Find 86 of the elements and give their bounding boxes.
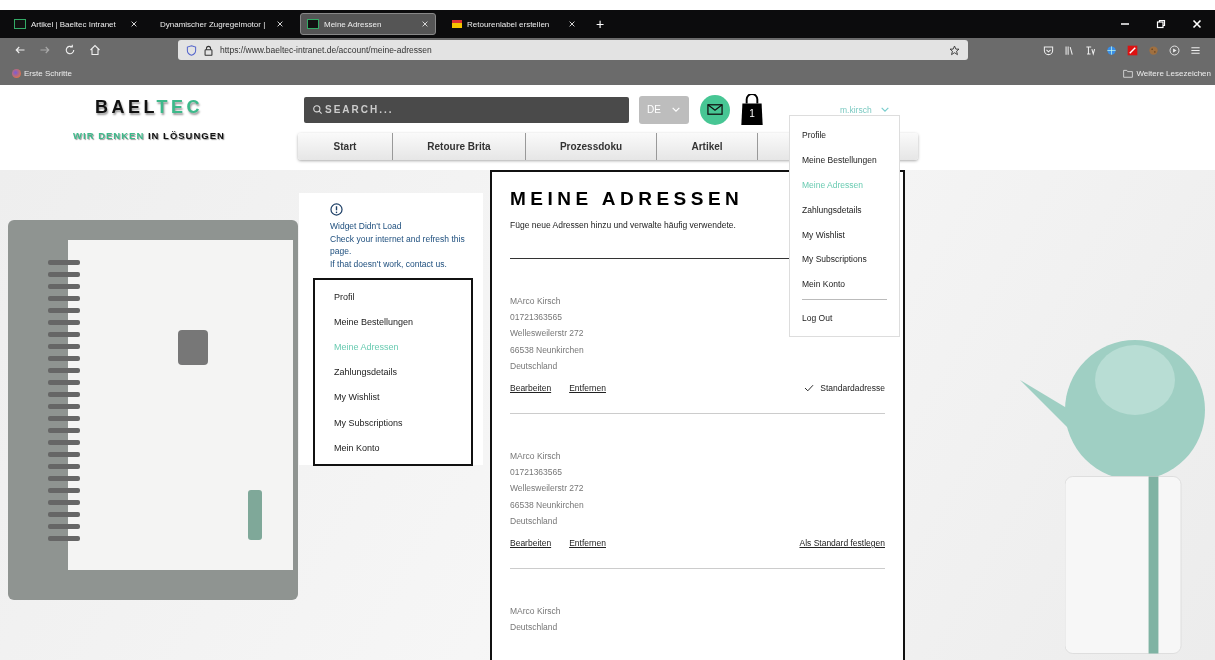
close-tab-icon[interactable]	[276, 20, 284, 28]
envelope-icon	[707, 104, 723, 115]
other-bookmarks-link[interactable]: Weitere Lesezeichen	[1123, 69, 1211, 78]
account-menu-item[interactable]: Meine Bestellungen	[315, 309, 471, 335]
warning-icon	[330, 203, 343, 216]
chevron-down-icon	[670, 106, 681, 113]
tagline-text: IN LÖSUNGEN	[147, 130, 225, 141]
nav-item[interactable]: Retoure Brita	[393, 133, 526, 160]
pocket-icon[interactable]	[1043, 44, 1054, 56]
site-favicon-icon	[307, 19, 319, 29]
user-menu-item[interactable]: Profile	[802, 123, 887, 148]
url-text: https://www.baeltec-intranet.de/account/meine-adressen	[220, 45, 433, 55]
nav-item[interactable]: Artikel	[657, 133, 758, 160]
star-icon[interactable]	[949, 44, 960, 56]
search-input[interactable]: SEARCH...	[323, 103, 607, 116]
widget-error-text: If that doesn't work, contact us.	[330, 257, 448, 270]
address-line: Deutschland	[510, 360, 558, 373]
close-window-icon[interactable]	[1192, 19, 1202, 29]
pen-icon[interactable]	[1127, 44, 1138, 56]
widget-error-text: Check your internet and refresh this page.	[330, 232, 466, 258]
nav-item[interactable]: Prozessdoku	[526, 133, 657, 160]
account-menu-item[interactable]: My Subscriptions	[315, 409, 471, 436]
play-icon[interactable]	[1169, 44, 1180, 56]
account-menu-item[interactable]: My Wishlist	[315, 384, 471, 410]
account-menu-item[interactable]: Mein Konto	[315, 435, 471, 461]
page-subtitle: Füge neue Adressen hinzu und verwalte häufig verwendete.	[510, 220, 737, 230]
back-icon[interactable]	[14, 44, 26, 56]
logout-item[interactable]: Log Out	[802, 305, 887, 331]
cart-button[interactable]: 1	[740, 93, 764, 126]
address-line: Deutschland	[510, 515, 558, 528]
search-field[interactable]: SEARCH...	[304, 96, 629, 123]
address-line: 66538 Neunkirchen	[510, 499, 584, 512]
address-line: MArco Kirsch	[510, 450, 561, 463]
browser-tab[interactable]: Dynamischer Zugregelmotor |	[154, 13, 290, 35]
menu-icon[interactable]	[1190, 44, 1201, 56]
address-line: MArco Kirsch	[510, 296, 561, 308]
user-menu-item[interactable]: Zahlungsdetails	[802, 197, 887, 223]
check-icon	[804, 383, 815, 392]
user-menu-item[interactable]: My Subscriptions	[802, 247, 887, 272]
account-menu-item[interactable]: Profil	[315, 284, 471, 310]
restore-icon[interactable]	[1156, 19, 1166, 29]
edit-link[interactable]: Bearbeiten	[510, 382, 552, 393]
library-icon[interactable]	[1064, 44, 1075, 56]
label-favicon-icon	[452, 20, 462, 28]
tagline-text: WIR DENKEN	[73, 130, 145, 141]
page-title: MEINE ADRESSEN	[510, 188, 745, 210]
widget-error-text: Widget Didn't Load	[330, 220, 403, 233]
remove-link[interactable]: Entfernen	[569, 382, 606, 393]
folder-icon	[1123, 69, 1134, 78]
browser-tab[interactable]: Retourenlabel erstellen	[446, 13, 582, 35]
address-line: Wellesweilerstr 272	[510, 328, 584, 341]
address-line: 66538 Neunkirchen	[510, 344, 584, 357]
globe-icon[interactable]	[1106, 44, 1117, 56]
site-favicon-icon	[14, 19, 26, 29]
default-address-label: Standardadresse	[804, 382, 885, 393]
new-tab-button[interactable]: +	[592, 16, 609, 32]
close-tab-icon[interactable]	[568, 20, 576, 28]
user-menu-item[interactable]: Meine Bestellungen	[802, 147, 887, 173]
address-line: Deutschland	[510, 622, 558, 635]
nav-item[interactable]: Start	[298, 133, 393, 160]
lock-icon[interactable]	[203, 44, 214, 56]
browser-logo-icon	[12, 69, 21, 78]
remove-link[interactable]: Entfernen	[569, 537, 606, 548]
account-menu-item[interactable]: Zahlungsdetails	[315, 359, 471, 385]
user-menu-item[interactable]: My Wishlist	[802, 222, 887, 247]
browser-tab[interactable]: Meine Adressen	[300, 13, 436, 35]
shield-icon[interactable]	[186, 44, 197, 56]
mail-button[interactable]	[700, 94, 730, 125]
address-line: 01721363565	[510, 312, 562, 325]
user-menu-item[interactable]: Mein Konto	[802, 271, 887, 297]
bookmark-link[interactable]: Erste Schritte	[12, 69, 72, 78]
search-icon	[312, 104, 323, 115]
address-line: Wellesweilerstr 272	[510, 483, 584, 496]
translate-icon[interactable]	[1085, 44, 1096, 56]
chevron-down-icon	[879, 106, 890, 113]
address-bar[interactable]: https://www.baeltec-intranet.de/account/meine-adressen	[178, 40, 968, 60]
close-tab-icon[interactable]	[130, 20, 138, 28]
set-default-link[interactable]: Als Standard festlegen	[799, 537, 885, 548]
browser-tab[interactable]: Artikel | Baeltec Intranet	[8, 13, 144, 35]
edit-link[interactable]: Bearbeiten	[510, 537, 552, 548]
bag-icon	[740, 93, 764, 126]
logo-text[interactable]: BAEL	[94, 97, 157, 117]
home-icon[interactable]	[89, 44, 101, 56]
address-line: 01721363565	[510, 467, 562, 480]
address-line: MArco Kirsch	[510, 605, 561, 618]
reload-icon[interactable]	[64, 44, 76, 56]
